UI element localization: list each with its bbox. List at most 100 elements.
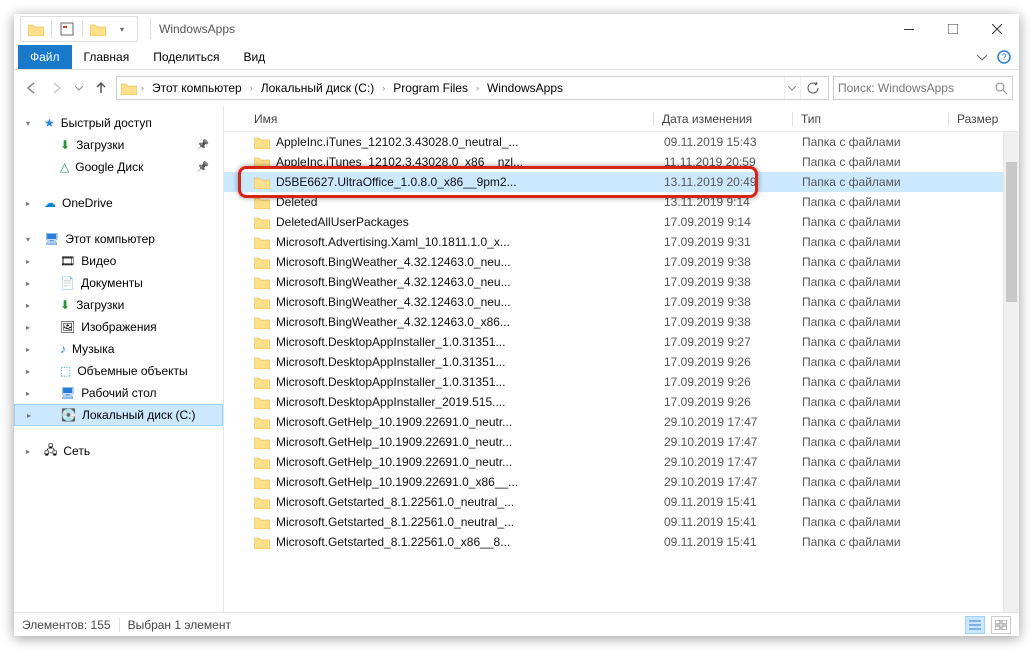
file-row[interactable]: Microsoft.GetHelp_10.1909.22691.0_neutr.… bbox=[224, 452, 1019, 472]
tab-share[interactable]: Поделиться bbox=[141, 45, 231, 69]
up-button[interactable] bbox=[90, 77, 112, 99]
file-row[interactable]: Microsoft.GetHelp_10.1909.22691.0_x86__.… bbox=[224, 472, 1019, 492]
tree-documents[interactable]: ▸📄Документы bbox=[14, 272, 223, 294]
file-type: Папка с файлами bbox=[794, 315, 949, 329]
col-name[interactable]: Имя bbox=[246, 112, 653, 126]
file-type: Папка с файлами bbox=[794, 535, 949, 549]
file-name: Microsoft.BingWeather_4.32.12463.0_neu..… bbox=[276, 255, 511, 269]
folder-icon bbox=[254, 496, 270, 509]
folder-icon bbox=[254, 416, 270, 429]
help-icon[interactable]: ? bbox=[997, 50, 1011, 64]
tree-3d-objects[interactable]: ▸⬚Объемные объекты bbox=[14, 360, 223, 382]
file-row[interactable]: Microsoft.GetHelp_10.1909.22691.0_neutr.… bbox=[224, 432, 1019, 452]
file-row[interactable]: Microsoft.Getstarted_8.1.22561.0_neutral… bbox=[224, 492, 1019, 512]
folder-icon bbox=[254, 316, 270, 329]
file-row[interactable]: Microsoft.DesktopAppInstaller_1.0.31351.… bbox=[224, 372, 1019, 392]
file-name: Microsoft.Advertising.Xaml_10.1811.1.0_x… bbox=[276, 235, 510, 249]
star-icon: ★ bbox=[44, 116, 55, 130]
tree-music[interactable]: ▸♪Музыка bbox=[14, 338, 223, 360]
file-name: Deleted bbox=[276, 195, 317, 209]
file-row[interactable]: Microsoft.Getstarted_8.1.22561.0_x86__8.… bbox=[224, 532, 1019, 552]
file-type: Папка с файлами bbox=[794, 355, 949, 369]
breadcrumb-pf[interactable]: Program Files bbox=[389, 77, 472, 99]
file-row[interactable]: Microsoft.BingWeather_4.32.12463.0_neu..… bbox=[224, 252, 1019, 272]
properties-icon[interactable] bbox=[56, 19, 78, 39]
file-row[interactable]: AppleInc.iTunes_12102.3.43028.0_x86__nzl… bbox=[224, 152, 1019, 172]
address-bar[interactable]: › Этот компьютер› Локальный диск (C:)› P… bbox=[116, 76, 829, 100]
file-name: Microsoft.BingWeather_4.32.12463.0_neu..… bbox=[276, 295, 511, 309]
file-date: 17.09.2019 9:31 bbox=[656, 235, 794, 249]
view-details-button[interactable] bbox=[965, 616, 985, 634]
pictures-icon: 🖼 bbox=[60, 320, 75, 334]
tab-view[interactable]: Вид bbox=[231, 45, 277, 69]
file-list[interactable]: AppleInc.iTunes_12102.3.43028.0_neutral_… bbox=[224, 132, 1019, 612]
file-row[interactable]: DeletedAllUserPackages17.09.2019 9:14Пап… bbox=[224, 212, 1019, 232]
file-row[interactable]: Microsoft.DesktopAppInstaller_2019.515..… bbox=[224, 392, 1019, 412]
tree-google-drive[interactable]: △Google Диск bbox=[14, 156, 223, 178]
status-selection: Выбран 1 элемент bbox=[128, 618, 231, 632]
status-count-label: Элементов: bbox=[22, 618, 87, 632]
col-size[interactable]: Размер bbox=[949, 112, 1019, 126]
ribbon-expand[interactable]: ? bbox=[969, 45, 1019, 69]
file-row[interactable]: Deleted13.11.2019 9:14Папка с файлами bbox=[224, 192, 1019, 212]
file-row[interactable]: Microsoft.GetHelp_10.1909.22691.0_neutr.… bbox=[224, 412, 1019, 432]
col-type[interactable]: Тип bbox=[793, 112, 948, 126]
file-date: 09.11.2019 15:41 bbox=[656, 515, 794, 529]
tree-downloads[interactable]: ⬇Загрузки bbox=[14, 134, 223, 156]
window-title: WindowsApps bbox=[159, 22, 235, 36]
tree-c-drive[interactable]: ▸💽Локальный диск (C:) bbox=[14, 404, 223, 426]
file-row[interactable]: D5BE6627.UltraOffice_1.0.8.0_x86__9pm2..… bbox=[224, 172, 1019, 192]
file-row[interactable]: Microsoft.BingWeather_4.32.12463.0_x86..… bbox=[224, 312, 1019, 332]
file-row[interactable]: Microsoft.Getstarted_8.1.22561.0_neutral… bbox=[224, 512, 1019, 532]
tab-file[interactable]: Файл bbox=[18, 45, 72, 69]
monitor-icon: 🖥 bbox=[44, 232, 59, 246]
file-row[interactable]: AppleInc.iTunes_12102.3.43028.0_neutral_… bbox=[224, 132, 1019, 152]
tree-pictures[interactable]: ▸🖼Изображения bbox=[14, 316, 223, 338]
qat-dropdown-icon[interactable]: ▾ bbox=[111, 19, 133, 39]
back-button[interactable] bbox=[20, 77, 42, 99]
file-row[interactable]: Microsoft.Advertising.Xaml_10.1811.1.0_x… bbox=[224, 232, 1019, 252]
documents-icon: 📄 bbox=[60, 276, 75, 290]
file-row[interactable]: Microsoft.BingWeather_4.32.12463.0_neu..… bbox=[224, 292, 1019, 312]
file-row[interactable]: Microsoft.DesktopAppInstaller_1.0.31351.… bbox=[224, 332, 1019, 352]
tree-onedrive[interactable]: ▸☁OneDrive bbox=[14, 192, 223, 214]
breadcrumb-drive[interactable]: Локальный диск (C:) bbox=[257, 77, 379, 99]
status-bar: Элементов: 155 Выбран 1 элемент bbox=[14, 612, 1019, 636]
file-row[interactable]: Microsoft.DesktopAppInstaller_1.0.31351.… bbox=[224, 352, 1019, 372]
file-name: D5BE6627.UltraOffice_1.0.8.0_x86__9pm2..… bbox=[276, 175, 517, 189]
forward-button[interactable] bbox=[46, 77, 68, 99]
file-name: Microsoft.GetHelp_10.1909.22691.0_x86__.… bbox=[276, 475, 518, 489]
svg-text:?: ? bbox=[1001, 52, 1006, 62]
breadcrumb-current[interactable]: WindowsApps bbox=[483, 77, 567, 99]
file-date: 13.11.2019 9:14 bbox=[656, 195, 794, 209]
file-type: Папка с файлами bbox=[794, 175, 949, 189]
tree-desktop[interactable]: ▸🖥Рабочий стол bbox=[14, 382, 223, 404]
refresh-button[interactable] bbox=[800, 77, 824, 99]
file-row[interactable]: Microsoft.BingWeather_4.32.12463.0_neu..… bbox=[224, 272, 1019, 292]
navigation-bar: › Этот компьютер› Локальный диск (C:)› P… bbox=[14, 70, 1019, 106]
drive-icon: 💽 bbox=[61, 408, 76, 422]
file-type: Папка с файлами bbox=[794, 495, 949, 509]
maximize-button[interactable] bbox=[931, 14, 975, 44]
explorer-body: ▾★Быстрый доступ ⬇Загрузки △Google Диск … bbox=[14, 106, 1019, 612]
folder-icon bbox=[121, 82, 137, 95]
breadcrumb-root[interactable]: Этот компьютер bbox=[148, 77, 246, 99]
tab-home[interactable]: Главная bbox=[72, 45, 142, 69]
file-name: AppleInc.iTunes_12102.3.43028.0_neutral_… bbox=[276, 135, 518, 149]
close-button[interactable] bbox=[975, 14, 1019, 44]
tree-downloads-pc[interactable]: ▸⬇Загрузки bbox=[14, 294, 223, 316]
cloud-icon: ☁ bbox=[44, 196, 56, 210]
tree-video[interactable]: ▸🎞Видео bbox=[14, 250, 223, 272]
folder-icon bbox=[254, 156, 270, 169]
file-date: 17.09.2019 9:38 bbox=[656, 295, 794, 309]
minimize-button[interactable] bbox=[887, 14, 931, 44]
scrollbar[interactable] bbox=[1003, 132, 1019, 612]
tree-this-pc[interactable]: ▾🖥Этот компьютер bbox=[14, 228, 223, 250]
col-date[interactable]: Дата изменения bbox=[654, 112, 792, 126]
tree-quick-access[interactable]: ▾★Быстрый доступ bbox=[14, 112, 223, 134]
history-dropdown[interactable] bbox=[72, 77, 86, 99]
search-input[interactable]: Поиск: WindowsApps bbox=[833, 76, 1013, 100]
address-dropdown[interactable] bbox=[784, 77, 798, 99]
view-icons-button[interactable] bbox=[991, 616, 1011, 634]
tree-network[interactable]: ▸🖧Сеть bbox=[14, 440, 223, 462]
